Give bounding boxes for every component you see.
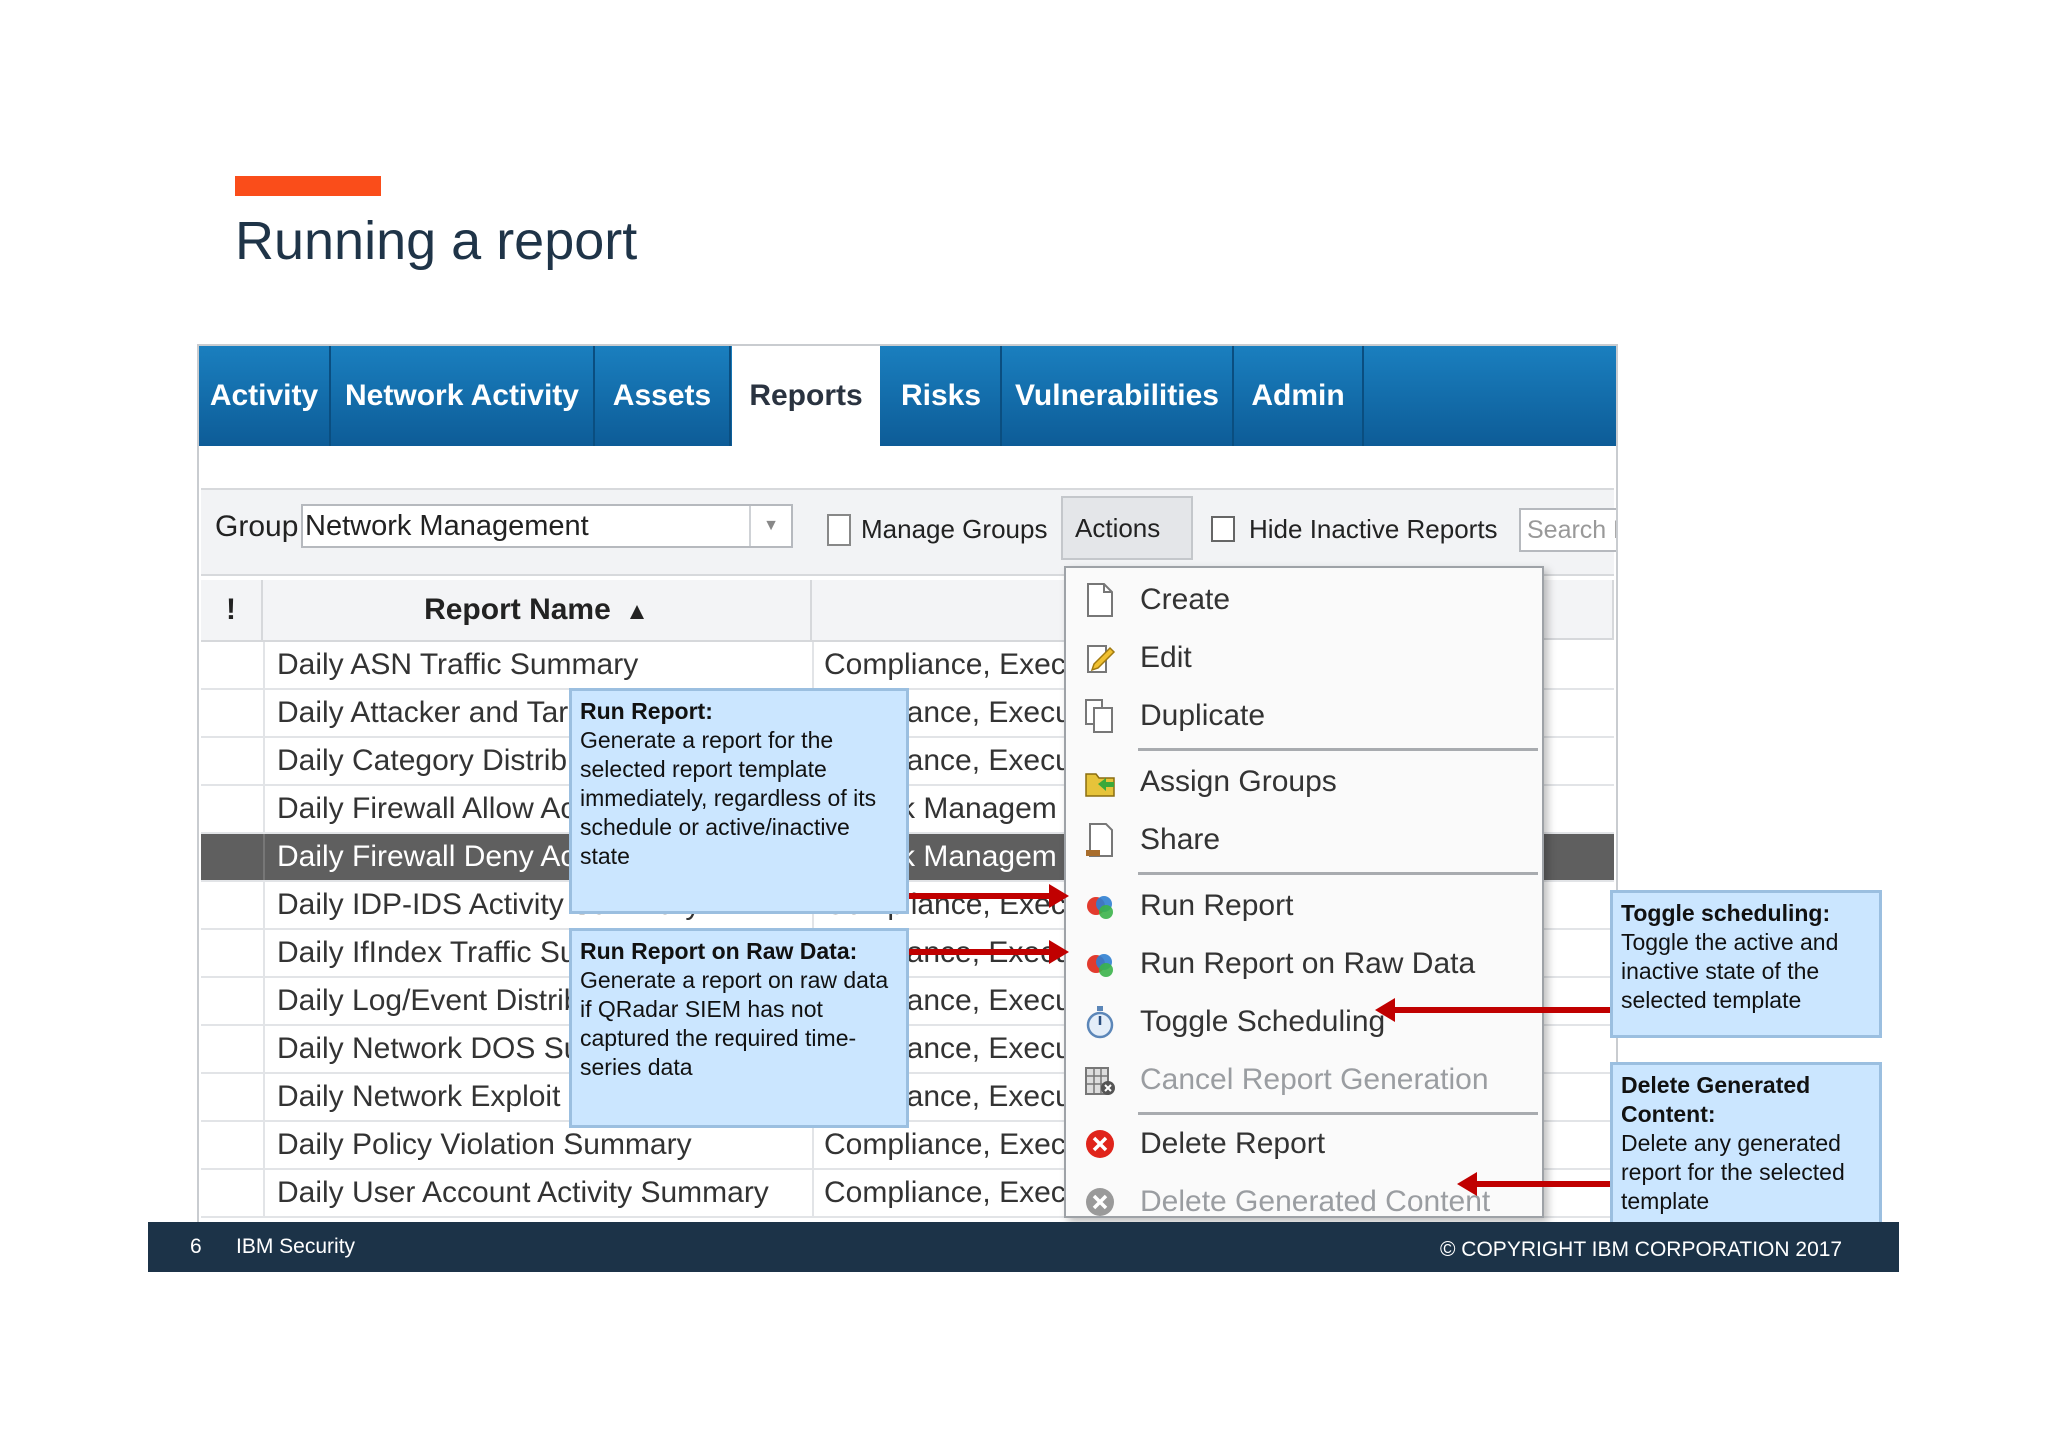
run-report-callout: Run Report: Generate a report for the se… [569,688,909,914]
menu-item-assign-groups[interactable]: Assign Groups [1066,754,1542,810]
arrow-head-icon [1457,1172,1477,1196]
menu-item-toggle-scheduling[interactable]: Toggle Scheduling [1066,994,1542,1050]
menu-item-label: Share [1140,823,1221,856]
stopwatch-icon [1086,1006,1114,1039]
tab-reports[interactable]: Reports [732,346,880,448]
callout-body: Generate a report on raw data if QRadar … [580,967,889,1080]
delete-content-icon [1086,1188,1114,1216]
report-name-cell: Daily Policy Violation Summary [263,1122,823,1168]
run-report-icon [1087,896,1113,919]
menu-item-label: Assign Groups [1140,765,1337,798]
actions-button[interactable]: Actions ▼ [1061,496,1193,602]
share-icon [1086,823,1113,857]
menu-item-duplicate[interactable]: Duplicate [1066,688,1542,744]
report-name-cell: Daily ASN Traffic Summary [263,642,823,688]
run-raw-icon [1087,954,1113,977]
search-input[interactable]: Search F [1519,508,1616,552]
actions-menu: Create Edit Duplicate Assign Groups Shar… [1064,566,1544,1218]
arrow-head-icon [1049,940,1069,964]
col-flag-header[interactable]: ! [201,580,263,642]
hide-inactive-label: Hide Inactive Reports [1249,514,1498,544]
callout-body: Toggle the active and inactive state of … [1621,929,1839,1013]
duplicate-icon [1085,699,1113,733]
callout-title: Run Report: [580,698,713,724]
callout-title: Run Report on Raw Data: [580,938,858,964]
page-number: 6 [190,1235,202,1258]
manage-groups-button[interactable]: Manage Groups [861,514,1047,545]
menu-item-label: Run Report on Raw Data [1140,947,1476,980]
toggle-scheduling-callout: Toggle scheduling: Toggle the active and… [1610,890,1882,1038]
manage-groups-icon [827,514,851,546]
report-name-cell: Daily User Account Activity Summary [263,1170,823,1216]
callout-body: Generate a report for the selected repor… [580,727,877,869]
menu-item-label: Delete Report [1140,1127,1326,1160]
group-select-value: Network Management [305,510,589,542]
callout-title: Delete Generated Content: [1621,1072,1811,1127]
assign-groups-icon [1085,773,1115,797]
qradar-screenshot: Activity Network Activity Assets Reports… [197,344,1618,1232]
title-accent-bar [235,176,381,196]
menu-item-label: Duplicate [1140,699,1266,732]
hide-inactive-checkbox[interactable] [1211,516,1235,542]
menu-item-cancel-report-generation[interactable]: Cancel Report Generation [1066,1052,1542,1108]
tab-vulnerabilities[interactable]: Vulnerabilities [1002,346,1234,446]
tab-network-activity[interactable]: Network Activity [331,346,595,446]
menu-item-share[interactable]: Share [1066,812,1542,868]
brand-label: IBM Security [236,1235,356,1258]
delete-content-arrow [1475,1181,1614,1187]
col-report-name-label: Report Name [424,593,611,626]
chevron-down-icon[interactable]: ▼ [749,506,791,546]
run-raw-callout: Run Report on Raw Data: Generate a repor… [569,928,909,1128]
callout-title: Toggle scheduling: [1621,900,1831,926]
tab-activity[interactable]: Activity [199,346,331,446]
menu-item-label: Cancel Report Generation [1140,1063,1489,1096]
sort-ascending-icon: ▲ [625,598,649,625]
create-icon [1087,583,1113,617]
arrow-head-icon [1049,884,1069,908]
arrow-head-icon [1375,998,1395,1022]
menu-item-run-report[interactable]: Run Report [1066,878,1542,934]
menu-item-create[interactable]: Create [1066,572,1542,628]
tab-admin[interactable]: Admin [1234,346,1364,446]
menu-separator [1138,1112,1538,1115]
delete-content-callout: Delete Generated Content: Delete any gen… [1610,1062,1882,1244]
menu-item-label: Edit [1140,641,1192,674]
menu-item-delete-report[interactable]: Delete Report [1066,1116,1542,1172]
group-select[interactable]: Network Management ▼ [301,504,793,548]
delete-icon [1086,1130,1114,1158]
tab-assets[interactable]: Assets [595,346,731,446]
edit-icon [1087,645,1116,673]
toggle-arrow [1393,1007,1614,1013]
menu-item-label: Toggle Scheduling [1140,1005,1386,1038]
cancel-icon [1085,1067,1115,1095]
callout-body: Delete any generated report for the sele… [1621,1130,1845,1214]
run-report-arrow [909,893,1051,899]
menu-separator [1138,872,1538,875]
tab-bar: Activity Network Activity Assets Reports… [199,346,1616,448]
tab-risks[interactable]: Risks [882,346,1002,446]
run-raw-arrow [909,949,1051,955]
menu-item-label: Run Report [1140,889,1294,922]
alert-icon: ! [226,593,236,626]
menu-separator [1138,748,1538,751]
menu-item-run-raw[interactable]: Run Report on Raw Data [1066,936,1542,992]
copyright: © COPYRIGHT IBM CORPORATION 2017 [1440,1238,1843,1261]
actions-label: Actions [1075,513,1161,543]
menu-item-edit[interactable]: Edit [1066,630,1542,686]
slide-footer: 6 IBM Security © COPYRIGHT IBM CORPORATI… [148,1222,1899,1272]
group-label: Group: [215,510,307,543]
col-report-name-header[interactable]: Report Name ▲ [263,580,812,642]
menu-item-label: Create [1140,583,1231,616]
slide-title: Running a report [235,211,638,271]
